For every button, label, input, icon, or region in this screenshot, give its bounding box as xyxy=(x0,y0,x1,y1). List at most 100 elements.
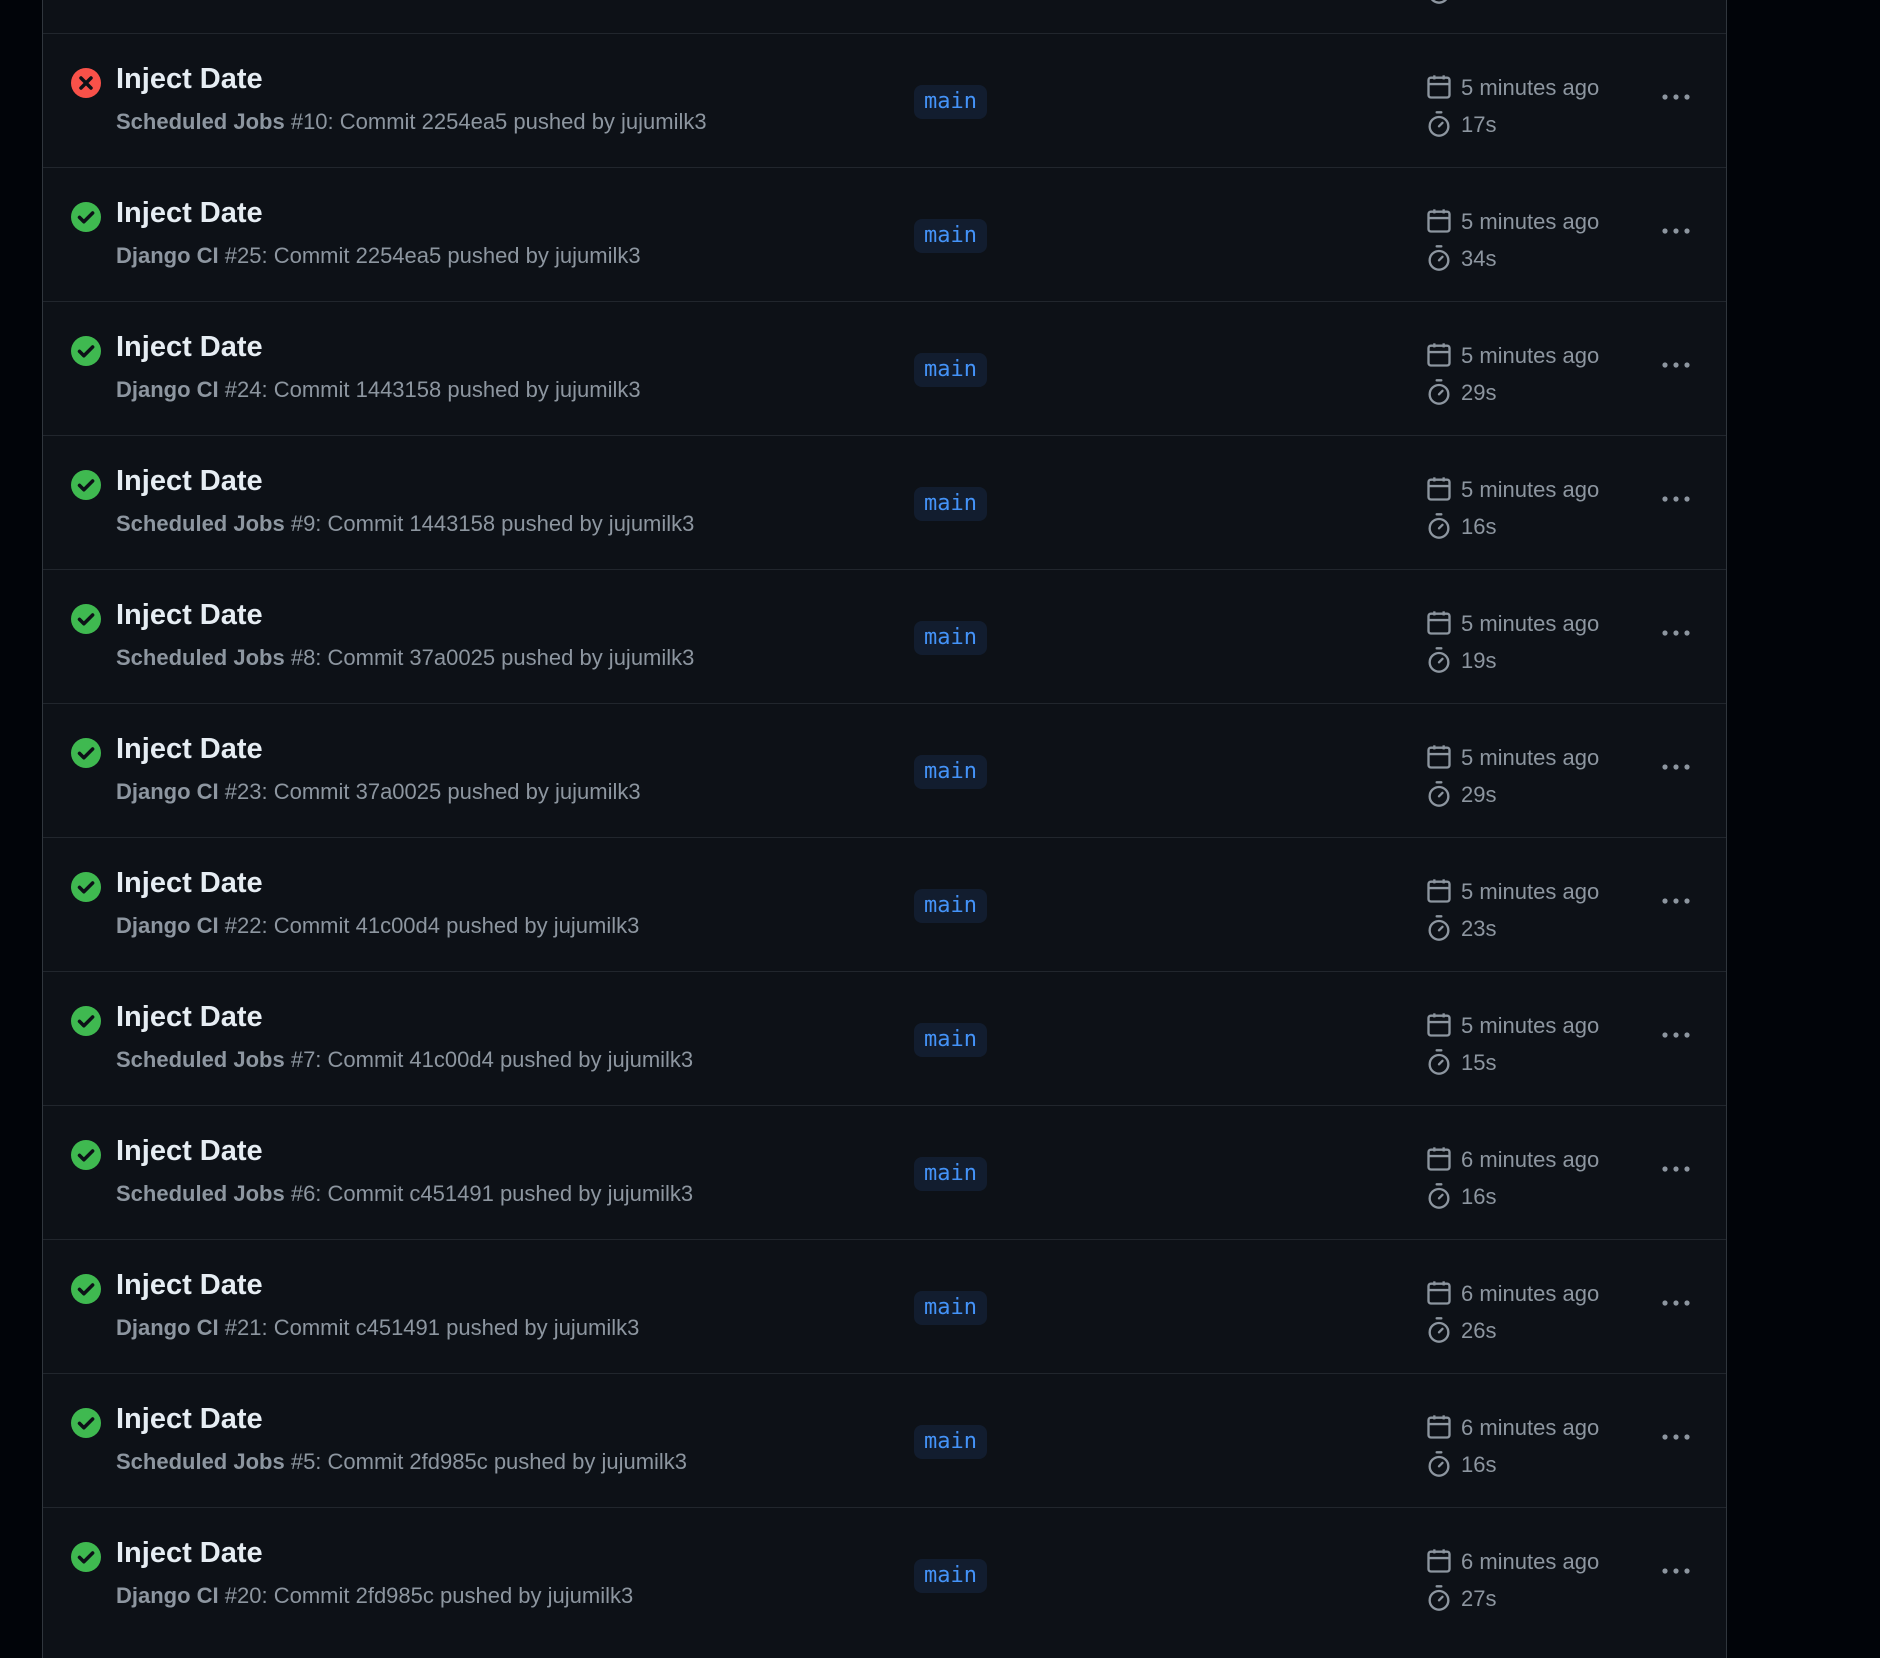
kebab-horizontal-icon xyxy=(1662,1568,1690,1574)
run-title[interactable]: Inject Date xyxy=(116,1537,263,1570)
branch-label[interactable]: main xyxy=(914,219,987,253)
run-duration: 26s xyxy=(1461,1318,1497,1343)
workflow-name: Django CI xyxy=(116,1583,219,1608)
kebab-horizontal-icon xyxy=(1662,630,1690,636)
run-title[interactable]: Inject Date xyxy=(116,465,263,498)
run-options-button[interactable] xyxy=(1653,1286,1699,1320)
run-title[interactable]: Inject Date xyxy=(116,63,263,96)
run-title[interactable]: Inject Date xyxy=(116,1269,263,1302)
workflow-run-row-9[interactable]: Inject Date Scheduled Jobs #6: Commit c4… xyxy=(43,1105,1726,1239)
run-info: #6: Commit c451491 pushed by jujumilk3 xyxy=(284,1181,694,1206)
workflow-run-row-partial[interactable] xyxy=(43,0,1726,34)
stopwatch-icon xyxy=(1428,379,1450,405)
run-options-button[interactable] xyxy=(1653,482,1699,516)
workflow-run-row-12[interactable]: Inject Date Django CI #20: Commit 2fd985… xyxy=(43,1507,1726,1641)
run-info: #8: Commit 37a0025 pushed by jujumilk3 xyxy=(284,645,695,670)
branch-label[interactable]: main xyxy=(914,1157,987,1191)
x-circle-icon xyxy=(71,68,101,98)
workflow-run-row-6[interactable]: Inject Date Django CI #23: Commit 37a002… xyxy=(43,703,1726,837)
kebab-horizontal-icon xyxy=(1662,1166,1690,1172)
branch-label[interactable]: main xyxy=(914,1023,987,1057)
run-title[interactable]: Inject Date xyxy=(116,1001,263,1034)
run-time-ago: 6 minutes ago xyxy=(1461,1281,1600,1306)
run-title[interactable]: Inject Date xyxy=(116,599,263,632)
branch-label[interactable]: main xyxy=(914,1425,987,1459)
run-meta: Scheduled Jobs #10: Commit 2254ea5 pushe… xyxy=(116,109,707,135)
run-options-button[interactable] xyxy=(1653,1018,1699,1052)
check-circle-icon xyxy=(71,738,101,768)
run-options-button[interactable] xyxy=(1653,884,1699,918)
run-time-ago: 5 minutes ago xyxy=(1461,477,1600,502)
calendar-icon xyxy=(1427,879,1451,903)
run-time-ago: 5 minutes ago xyxy=(1461,611,1600,636)
workflow-run-row-10[interactable]: Inject Date Django CI #21: Commit c45149… xyxy=(43,1239,1726,1373)
check-circle-icon xyxy=(71,1006,101,1036)
branch-label[interactable]: main xyxy=(914,1559,987,1593)
run-info: #24: Commit 1443158 pushed by jujumilk3 xyxy=(218,377,641,402)
branch-label[interactable]: main xyxy=(914,353,987,387)
run-meta: Scheduled Jobs #9: Commit 1443158 pushed… xyxy=(116,511,694,537)
workflow-run-row-1[interactable]: Inject Date Scheduled Jobs #10: Commit 2… xyxy=(43,33,1726,167)
check-circle-icon xyxy=(71,1274,101,1304)
branch-label[interactable]: main xyxy=(914,889,987,923)
workflow-name: Scheduled Jobs xyxy=(116,109,285,134)
run-time-ago: 5 minutes ago xyxy=(1461,75,1600,100)
branch-label[interactable]: main xyxy=(914,621,987,655)
workflow-run-row-8[interactable]: Inject Date Scheduled Jobs #7: Commit 41… xyxy=(43,971,1726,1105)
run-meta: Scheduled Jobs #6: Commit c451491 pushed… xyxy=(116,1181,693,1207)
stopwatch-icon xyxy=(1428,647,1450,673)
run-options-button[interactable] xyxy=(1653,1152,1699,1186)
run-time-ago: 5 minutes ago xyxy=(1461,1013,1600,1038)
run-title[interactable]: Inject Date xyxy=(116,867,263,900)
run-title[interactable]: Inject Date xyxy=(116,197,263,230)
run-options-button[interactable] xyxy=(1653,348,1699,382)
run-title[interactable]: Inject Date xyxy=(116,331,263,364)
run-options-button[interactable] xyxy=(1653,616,1699,650)
run-info: #7: Commit 41c00d4 pushed by jujumilk3 xyxy=(284,1047,694,1072)
branch-label[interactable]: main xyxy=(914,1291,987,1325)
run-info: #20: Commit 2fd985c pushed by jujumilk3 xyxy=(218,1583,634,1608)
run-meta: Django CI #23: Commit 37a0025 pushed by … xyxy=(116,779,641,805)
branch-label[interactable]: main xyxy=(914,85,987,119)
run-title[interactable]: Inject Date xyxy=(116,1135,263,1168)
kebab-horizontal-icon xyxy=(1662,1434,1690,1440)
calendar-icon xyxy=(1427,745,1451,769)
workflow-name: Scheduled Jobs xyxy=(116,1181,285,1206)
run-options-button[interactable] xyxy=(1653,750,1699,784)
stopwatch-icon xyxy=(1430,0,1448,4)
run-title[interactable]: Inject Date xyxy=(116,733,263,766)
run-title[interactable]: Inject Date xyxy=(116,1403,263,1436)
stopwatch-icon xyxy=(1428,111,1450,137)
branch-label[interactable]: main xyxy=(914,487,987,521)
run-options-button[interactable] xyxy=(1653,1554,1699,1588)
workflow-run-row-11[interactable]: Inject Date Scheduled Jobs #5: Commit 2f… xyxy=(43,1373,1726,1507)
stopwatch-icon xyxy=(1428,245,1450,271)
calendar-icon xyxy=(1427,1147,1451,1171)
run-meta: Django CI #22: Commit 41c00d4 pushed by … xyxy=(116,913,639,939)
workflow-run-row-4[interactable]: Inject Date Scheduled Jobs #9: Commit 14… xyxy=(43,435,1726,569)
workflow-name: Django CI xyxy=(116,779,219,804)
workflow-run-row-2[interactable]: Inject Date Django CI #25: Commit 2254ea… xyxy=(43,167,1726,301)
run-info: #9: Commit 1443158 pushed by jujumilk3 xyxy=(284,511,695,536)
branch-label[interactable]: main xyxy=(914,755,987,789)
stopwatch-icon xyxy=(1428,1451,1450,1477)
check-circle-icon xyxy=(71,1542,101,1572)
calendar-icon xyxy=(1427,1415,1451,1439)
workflow-run-row-5[interactable]: Inject Date Scheduled Jobs #8: Commit 37… xyxy=(43,569,1726,703)
run-time-ago: 6 minutes ago xyxy=(1461,1415,1600,1440)
calendar-icon xyxy=(1427,611,1451,635)
check-circle-icon xyxy=(71,604,101,634)
calendar-icon xyxy=(1427,477,1451,501)
run-options-button[interactable] xyxy=(1653,1420,1699,1454)
run-duration: 23s xyxy=(1461,916,1497,941)
run-info: #23: Commit 37a0025 pushed by jujumilk3 xyxy=(218,779,641,804)
workflow-run-row-3[interactable]: Inject Date Django CI #24: Commit 144315… xyxy=(43,301,1726,435)
check-circle-icon xyxy=(71,1408,101,1438)
run-duration: 34s xyxy=(1461,246,1497,271)
workflow-run-row-7[interactable]: Inject Date Django CI #22: Commit 41c00d… xyxy=(43,837,1726,971)
run-time-ago: 5 minutes ago xyxy=(1461,343,1600,368)
run-duration: 16s xyxy=(1461,514,1497,539)
run-options-button[interactable] xyxy=(1653,80,1699,114)
run-duration: 15s xyxy=(1461,1050,1497,1075)
run-options-button[interactable] xyxy=(1653,214,1699,248)
